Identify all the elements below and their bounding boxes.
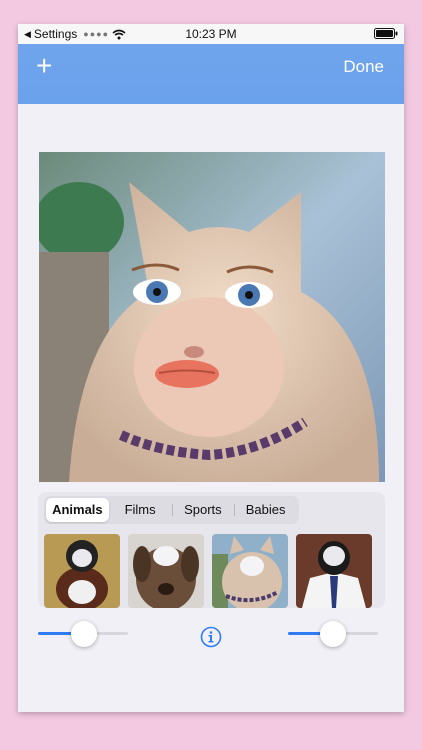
thumbnail-cat[interactable] bbox=[212, 534, 288, 608]
nav-bar: + Done bbox=[18, 44, 404, 104]
face-picker-panel: Animals Films Sports Babies bbox=[38, 492, 385, 608]
slider-knob[interactable] bbox=[71, 621, 97, 647]
opacity-slider[interactable] bbox=[288, 620, 378, 648]
status-bar: ◀ Settings ●●●● 10:23 PM bbox=[18, 24, 404, 44]
status-time: 10:23 PM bbox=[185, 27, 237, 41]
category-tabs: Animals Films Sports Babies bbox=[44, 496, 299, 524]
battery-icon bbox=[374, 28, 398, 42]
thumbnail-row bbox=[44, 534, 372, 608]
app-screen: ◀ Settings ●●●● 10:23 PM + Done Animals … bbox=[18, 24, 404, 712]
done-button[interactable]: Done bbox=[343, 57, 384, 77]
thumbnail-lemur[interactable] bbox=[44, 534, 120, 608]
tab-babies[interactable]: Babies bbox=[234, 498, 297, 522]
thumbnail-dog[interactable] bbox=[128, 534, 204, 608]
slider-knob[interactable] bbox=[320, 621, 346, 647]
info-icon[interactable] bbox=[200, 626, 222, 648]
thumbnail-penguin-suit[interactable] bbox=[296, 534, 372, 608]
tab-films[interactable]: Films bbox=[109, 498, 172, 522]
tab-animals[interactable]: Animals bbox=[46, 498, 109, 522]
tab-sports[interactable]: Sports bbox=[171, 498, 235, 522]
add-button[interactable]: + bbox=[36, 52, 52, 80]
size-slider[interactable] bbox=[38, 620, 128, 648]
main-photo[interactable] bbox=[39, 152, 385, 482]
